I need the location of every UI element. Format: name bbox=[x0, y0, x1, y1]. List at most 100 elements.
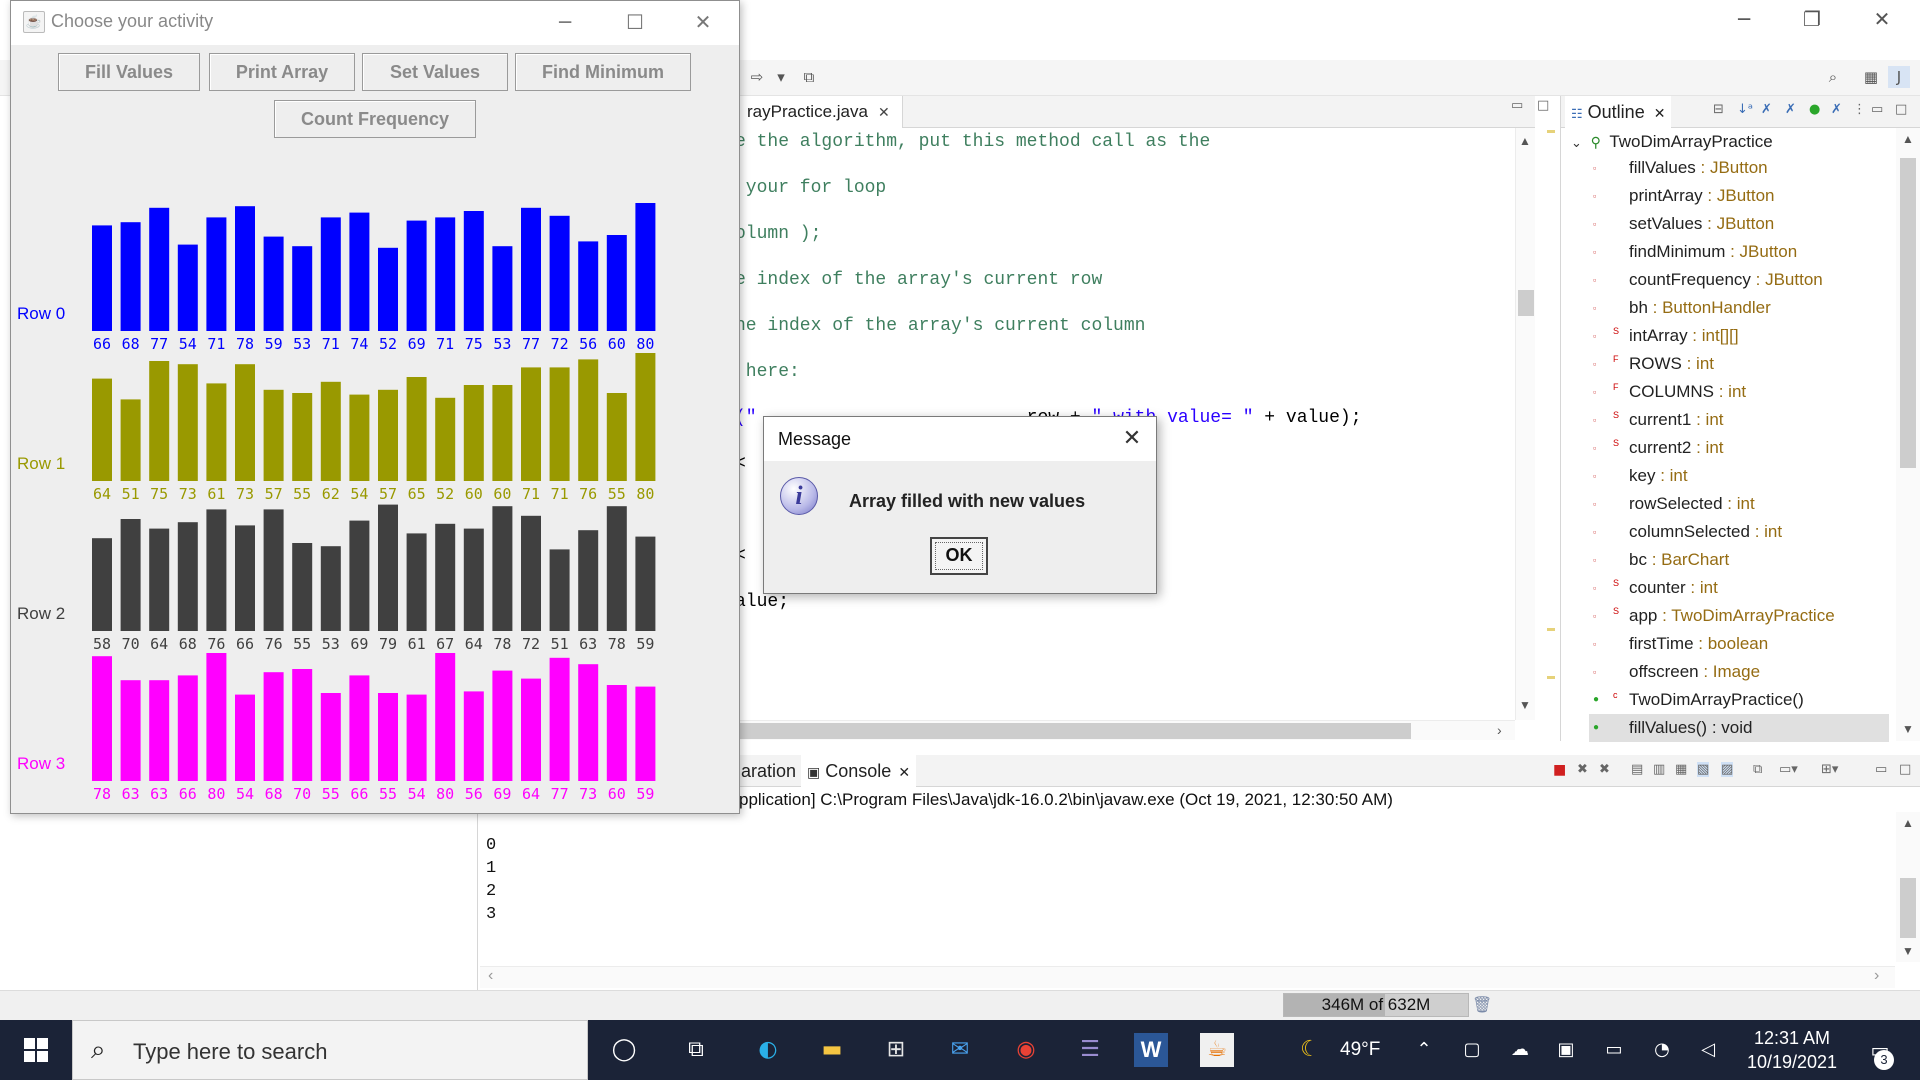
start-button[interactable] bbox=[0, 1020, 72, 1080]
console-output[interactable]: 0 1 2 3 bbox=[480, 812, 1895, 972]
dropdown-icon[interactable]: ▾ bbox=[770, 66, 792, 88]
editor-horizontal-scrollbar[interactable]: › bbox=[735, 720, 1515, 740]
eclipse-icon[interactable]: ☰ bbox=[1070, 1030, 1110, 1070]
ok-button[interactable]: OK bbox=[930, 537, 988, 575]
show-hidden-icons-icon[interactable]: ⌃ bbox=[1404, 1030, 1444, 1070]
scroll-down-icon[interactable]: ▼ bbox=[1519, 698, 1531, 712]
view-menu-icon[interactable]: ⋮ bbox=[1853, 102, 1866, 117]
java-icon[interactable]: ☕ bbox=[1200, 1033, 1234, 1067]
minimize-pane-icon[interactable]: ▭ bbox=[1875, 762, 1887, 777]
outline-vertical-scrollbar[interactable]: ▲ ▼ bbox=[1896, 128, 1920, 741]
maximize-pane-icon[interactable]: □ bbox=[1899, 762, 1911, 777]
outline-item[interactable]: ▫ findMinimum : JButton bbox=[1589, 238, 1889, 266]
scroll-lock-icon[interactable]: ▥ bbox=[1653, 762, 1665, 777]
cortana-icon[interactable]: ◯ bbox=[604, 1030, 644, 1070]
outline-item[interactable]: ▫ Scurrent1 : int bbox=[1589, 406, 1889, 434]
minimize-icon[interactable]: ─ bbox=[1716, 4, 1772, 34]
taskbar-clock[interactable]: 12:31 AM 10/19/2021 bbox=[1738, 1026, 1846, 1074]
scroll-up-icon[interactable]: ▲ bbox=[1519, 134, 1531, 148]
editor-vertical-scrollbar[interactable]: ▲ ▼ bbox=[1515, 128, 1535, 720]
hide-nonpublic-icon[interactable]: ● bbox=[1809, 102, 1820, 117]
store-icon[interactable]: ⊞ bbox=[876, 1030, 916, 1070]
outline-item[interactable]: ▫ bh : ButtonHandler bbox=[1589, 294, 1889, 322]
editor-tab[interactable]: rayPractice.java ✕ bbox=[735, 96, 903, 128]
maximize-pane-icon[interactable]: □ bbox=[1895, 102, 1907, 117]
chrome-icon[interactable]: ◉ bbox=[1006, 1030, 1046, 1070]
outline-item[interactable]: ▫ F COLUMNS : int bbox=[1589, 378, 1889, 406]
outline-item[interactable]: ▫ fillValues : JButton bbox=[1589, 154, 1889, 182]
outline-item[interactable]: ▫ firstTime : boolean bbox=[1589, 630, 1889, 658]
tab-declaration[interactable]: aration bbox=[735, 755, 802, 787]
close-icon[interactable]: ✕ bbox=[1854, 4, 1910, 34]
scroll-right-icon[interactable]: › bbox=[1497, 722, 1502, 738]
expand-chevron-icon[interactable]: ⌄ bbox=[1571, 135, 1582, 150]
outline-item[interactable]: ▫ Scounter : int bbox=[1589, 574, 1889, 602]
outline-item[interactable]: ● c TwoDimArrayPractice() bbox=[1589, 686, 1889, 714]
sort-icon[interactable]: ↓ᵃ bbox=[1737, 102, 1753, 117]
minimize-pane-icon[interactable]: ▭ bbox=[1511, 98, 1523, 113]
scroll-thumb[interactable] bbox=[735, 723, 1411, 739]
outline-item[interactable]: ● fillValues() : void bbox=[1589, 714, 1889, 742]
task-view-icon[interactable]: ⧉ bbox=[676, 1030, 716, 1070]
collapse-all-icon[interactable]: ⊟ bbox=[1713, 102, 1724, 117]
show-stderr-icon[interactable]: ▨ bbox=[1721, 762, 1734, 777]
outline-item[interactable]: ▫ countFrequency : JButton bbox=[1589, 266, 1889, 294]
show-stdout-icon[interactable]: ▧ bbox=[1697, 762, 1710, 777]
scroll-up-icon[interactable]: ▲ bbox=[1902, 132, 1914, 146]
outline-item[interactable]: ▫ columnSelected : int bbox=[1589, 518, 1889, 546]
open-console-icon[interactable]: ⊞▾ bbox=[1821, 762, 1838, 777]
meet-now-icon[interactable]: ▢ bbox=[1452, 1030, 1492, 1070]
open-task-icon[interactable]: ⧉ bbox=[798, 66, 820, 88]
pin-console-icon[interactable]: ⧉ bbox=[1753, 762, 1762, 777]
outline-item[interactable]: ▫ offscreen : Image bbox=[1589, 658, 1889, 686]
terminate-icon[interactable]: ■ bbox=[1553, 762, 1566, 778]
hide-local-types-icon[interactable]: ✗ bbox=[1831, 102, 1842, 117]
close-tab-icon[interactable]: ✕ bbox=[898, 764, 910, 780]
wifi-icon[interactable]: ◔ bbox=[1642, 1030, 1682, 1070]
forward-icon[interactable]: ⇨ bbox=[746, 66, 768, 88]
outline-item[interactable]: ▫ F ROWS : int bbox=[1589, 350, 1889, 378]
scroll-down-icon[interactable]: ▼ bbox=[1902, 722, 1914, 736]
restore-icon[interactable]: ❐ bbox=[1784, 4, 1840, 34]
close-tab-icon[interactable]: ✕ bbox=[878, 104, 890, 120]
word-wrap-icon[interactable]: ▦ bbox=[1675, 762, 1687, 777]
volume-icon[interactable]: ◁ bbox=[1688, 1030, 1728, 1070]
scroll-left-icon[interactable]: ‹ bbox=[488, 967, 493, 985]
scroll-thumb[interactable] bbox=[1900, 878, 1916, 938]
outline-item[interactable]: ▫ Scurrent2 : int bbox=[1589, 434, 1889, 462]
display-icon[interactable]: ▣ bbox=[1546, 1030, 1586, 1070]
remove-all-icon[interactable]: ✖ bbox=[1599, 762, 1610, 777]
maximize-icon[interactable]: ☐ bbox=[615, 7, 655, 37]
hide-fields-icon[interactable]: ✗ bbox=[1761, 102, 1772, 117]
word-icon[interactable]: W bbox=[1134, 1033, 1168, 1067]
close-tab-icon[interactable]: ✕ bbox=[1654, 105, 1666, 121]
outline-root[interactable]: ⌄ ⚲ TwoDimArrayPractice bbox=[1571, 130, 1773, 154]
close-icon[interactable]: ✕ bbox=[1114, 423, 1150, 455]
outline-item[interactable]: ▫ bc : BarChart bbox=[1589, 546, 1889, 574]
outline-item[interactable]: ▫ SintArray : int[][] bbox=[1589, 322, 1889, 350]
outline-item[interactable]: ▫ setValues : JButton bbox=[1589, 210, 1889, 238]
scroll-up-icon[interactable]: ▲ bbox=[1902, 816, 1914, 830]
console-horizontal-scrollbar[interactable]: ‹ › bbox=[480, 966, 1895, 988]
outline-item[interactable]: ▫ Sapp : TwoDimArrayPractice bbox=[1589, 602, 1889, 630]
hide-static-icon[interactable]: ✗ bbox=[1785, 102, 1796, 117]
remove-launch-icon[interactable]: ✖ bbox=[1577, 762, 1588, 777]
garbage-collect-icon[interactable]: 🗑 bbox=[1472, 995, 1492, 1015]
taskbar-search-box[interactable]: ⌕ Type here to search bbox=[72, 1020, 588, 1080]
clear-console-icon[interactable]: ▤ bbox=[1631, 762, 1643, 777]
minimize-icon[interactable]: ─ bbox=[545, 7, 585, 37]
file-explorer-icon[interactable]: ▬ bbox=[812, 1030, 852, 1070]
display-console-icon[interactable]: ▭▾ bbox=[1779, 762, 1798, 777]
battery-icon[interactable]: ▭ bbox=[1594, 1030, 1634, 1070]
outline-item[interactable]: ▫ key : int bbox=[1589, 462, 1889, 490]
search-icon[interactable]: ⌕ bbox=[1822, 66, 1844, 88]
outline-item[interactable]: ▫ printArray : JButton bbox=[1589, 182, 1889, 210]
minimize-pane-icon[interactable]: ▭ bbox=[1871, 102, 1883, 117]
scroll-thumb[interactable] bbox=[1518, 290, 1534, 316]
mail-icon[interactable]: ✉ bbox=[940, 1030, 980, 1070]
java-perspective-icon[interactable]: J bbox=[1888, 66, 1910, 88]
perspective-icon[interactable]: ▦ bbox=[1860, 66, 1882, 88]
scroll-down-icon[interactable]: ▼ bbox=[1902, 944, 1914, 958]
maximize-pane-icon[interactable]: □ bbox=[1537, 98, 1549, 113]
edge-icon[interactable]: ◐ bbox=[748, 1030, 788, 1070]
